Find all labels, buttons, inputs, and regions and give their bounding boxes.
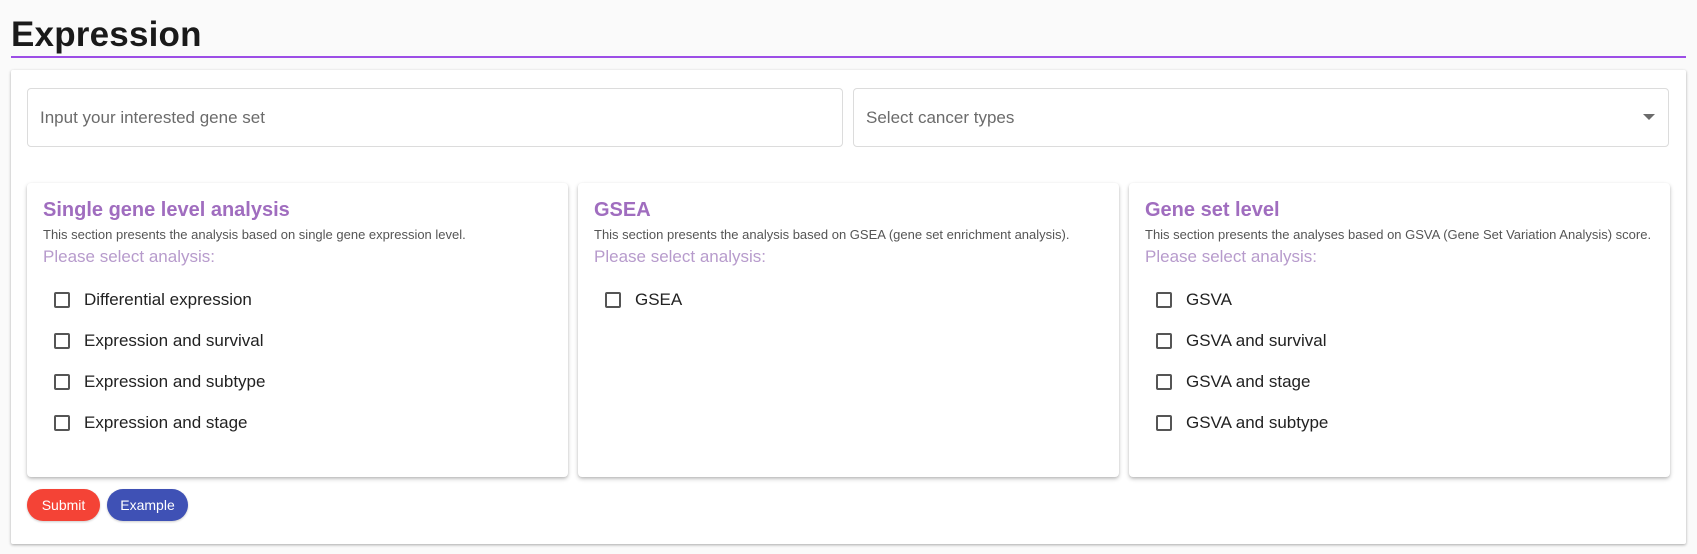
expression-form-card: Select cancer types Single gene level an… bbox=[11, 70, 1686, 544]
option-gsva-and-stage[interactable]: GSVA and stage bbox=[1145, 361, 1654, 402]
option-label: GSVA bbox=[1186, 289, 1232, 309]
analysis-options: GSEA bbox=[594, 279, 1103, 320]
option-expression-and-subtype[interactable]: Expression and subtype bbox=[43, 361, 552, 402]
analysis-options: Differential expression Expression and s… bbox=[43, 279, 552, 443]
checkbox-unchecked-icon[interactable] bbox=[1156, 291, 1172, 308]
panel-title: GSEA bbox=[594, 199, 651, 221]
option-differential-expression[interactable]: Differential expression bbox=[43, 279, 552, 320]
option-gsva-and-survival[interactable]: GSVA and survival bbox=[1145, 320, 1654, 361]
option-label: Expression and stage bbox=[84, 412, 248, 432]
panel-gsea: GSEA This section presents the analysis … bbox=[578, 183, 1119, 477]
page-title: Expression bbox=[11, 15, 202, 54]
option-expression-and-survival[interactable]: Expression and survival bbox=[43, 320, 552, 361]
panel-title: Single gene level analysis bbox=[43, 199, 290, 221]
submit-button[interactable]: Submit bbox=[27, 489, 100, 521]
panel-prompt: Please select analysis: bbox=[1145, 247, 1317, 266]
option-label: GSVA and subtype bbox=[1186, 412, 1329, 432]
panel-gene-set-level: Gene set level This section presents the… bbox=[1129, 183, 1670, 477]
panel-prompt: Please select analysis: bbox=[43, 247, 215, 266]
option-label: GSVA and stage bbox=[1186, 371, 1311, 391]
panel-description: This section presents the analysis based… bbox=[43, 227, 466, 242]
panel-description: This section presents the analysis based… bbox=[594, 227, 1070, 242]
checkbox-unchecked-icon[interactable] bbox=[54, 291, 70, 308]
option-label: Differential expression bbox=[84, 289, 252, 309]
checkbox-unchecked-icon[interactable] bbox=[605, 291, 621, 308]
panel-prompt: Please select analysis: bbox=[594, 247, 766, 266]
option-gsva[interactable]: GSVA bbox=[1145, 279, 1654, 320]
gene-set-field[interactable] bbox=[27, 88, 843, 147]
analysis-options: GSVA GSVA and survival GSVA and stage GS… bbox=[1145, 279, 1654, 443]
option-label: GSEA bbox=[635, 289, 683, 309]
caret-down-icon[interactable] bbox=[1643, 114, 1655, 120]
page-header: Expression bbox=[11, 14, 1686, 58]
cancer-type-select[interactable]: Select cancer types bbox=[853, 88, 1669, 147]
option-label: GSVA and survival bbox=[1186, 330, 1327, 350]
option-label: Expression and survival bbox=[84, 330, 264, 350]
checkbox-unchecked-icon[interactable] bbox=[1156, 332, 1172, 349]
example-button[interactable]: Example bbox=[107, 489, 188, 521]
panel-title: Gene set level bbox=[1145, 199, 1280, 221]
panel-description: This section presents the analyses based… bbox=[1145, 227, 1652, 242]
checkbox-unchecked-icon[interactable] bbox=[1156, 373, 1172, 390]
option-expression-and-stage[interactable]: Expression and stage bbox=[43, 402, 552, 443]
checkbox-unchecked-icon[interactable] bbox=[54, 414, 70, 431]
option-gsea[interactable]: GSEA bbox=[594, 279, 1103, 320]
option-label: Expression and subtype bbox=[84, 371, 266, 391]
cancer-type-select-placeholder: Select cancer types bbox=[866, 108, 1015, 127]
gene-set-input[interactable] bbox=[28, 89, 842, 146]
checkbox-unchecked-icon[interactable] bbox=[1156, 414, 1172, 431]
checkbox-unchecked-icon[interactable] bbox=[54, 373, 70, 390]
checkbox-unchecked-icon[interactable] bbox=[54, 332, 70, 349]
option-gsva-and-subtype[interactable]: GSVA and subtype bbox=[1145, 402, 1654, 443]
panel-single-gene-analysis: Single gene level analysis This section … bbox=[27, 183, 568, 477]
